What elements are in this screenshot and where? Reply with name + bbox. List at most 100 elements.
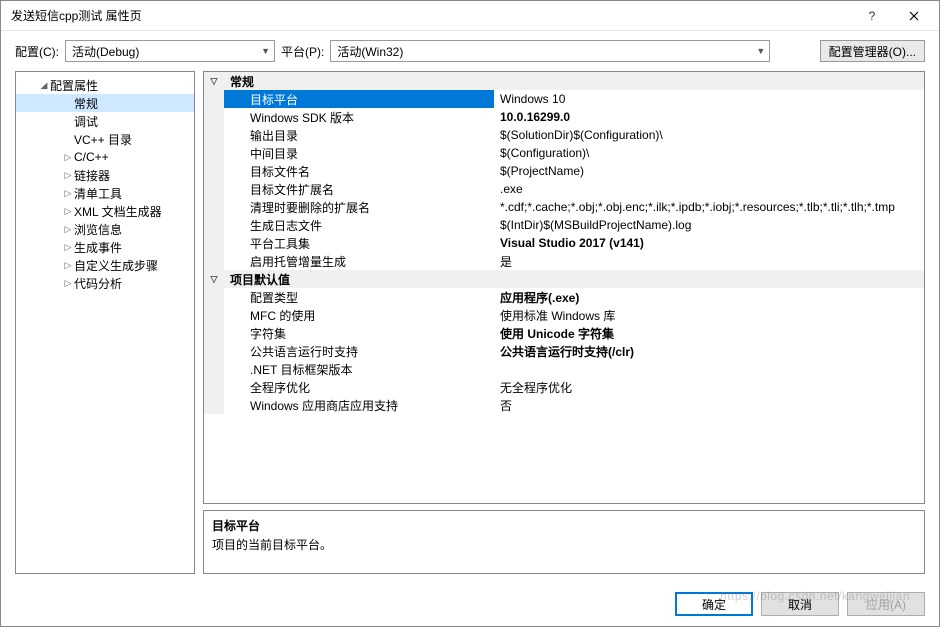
property-name: 启用托管增量生成 bbox=[224, 252, 494, 270]
property-value[interactable]: 是 bbox=[494, 252, 924, 270]
property-value[interactable]: $(SolutionDir)$(Configuration)\ bbox=[494, 126, 924, 144]
property-row[interactable]: 公共语言运行时支持公共语言运行时支持(/clr) bbox=[204, 342, 924, 360]
gutter bbox=[204, 198, 224, 216]
expand-icon: ▷ bbox=[62, 152, 74, 163]
property-row[interactable]: 配置类型应用程序(.exe) bbox=[204, 288, 924, 306]
tree-item-label: XML 文档生成器 bbox=[74, 203, 162, 220]
property-row[interactable]: 目标文件名$(ProjectName) bbox=[204, 162, 924, 180]
property-value[interactable]: 10.0.16299.0 bbox=[494, 108, 924, 126]
config-manager-button[interactable]: 配置管理器(O)... bbox=[820, 40, 925, 62]
tree-item-label: 常规 bbox=[74, 95, 98, 112]
expand-icon: ▷ bbox=[62, 206, 74, 217]
gutter bbox=[204, 162, 224, 180]
tree-item-label: 清单工具 bbox=[74, 185, 122, 202]
property-value[interactable]: .exe bbox=[494, 180, 924, 198]
tree-item-label: 生成事件 bbox=[74, 239, 122, 256]
property-row[interactable]: 目标平台Windows 10 bbox=[204, 90, 924, 108]
property-name: 平台工具集 bbox=[224, 234, 494, 252]
property-value[interactable] bbox=[494, 360, 924, 378]
property-value[interactable]: *.cdf;*.cache;*.obj;*.obj.enc;*.ilk;*.ip… bbox=[494, 198, 924, 216]
tree-root[interactable]: ◢ 配置属性 bbox=[16, 76, 194, 94]
tree-item-label: 代码分析 bbox=[74, 275, 122, 292]
desc-text: 项目的当前目标平台。 bbox=[212, 536, 916, 553]
property-row[interactable]: 输出目录$(SolutionDir)$(Configuration)\ bbox=[204, 126, 924, 144]
property-value[interactable]: 否 bbox=[494, 396, 924, 414]
property-value[interactable]: 公共语言运行时支持(/clr) bbox=[494, 342, 924, 360]
property-name: 公共语言运行时支持 bbox=[224, 342, 494, 360]
tree-item-label: VC++ 目录 bbox=[74, 131, 132, 148]
property-value[interactable]: 使用 Unicode 字符集 bbox=[494, 324, 924, 342]
property-row[interactable]: 中间目录$(Configuration)\ bbox=[204, 144, 924, 162]
property-row[interactable]: 全程序优化无全程序优化 bbox=[204, 378, 924, 396]
tree-item[interactable]: VC++ 目录 bbox=[16, 130, 194, 148]
chevron-down-icon: ▼ bbox=[255, 46, 270, 56]
apply-button[interactable]: 应用(A) bbox=[847, 592, 925, 616]
platform-combo[interactable]: 活动(Win32) ▼ bbox=[330, 40, 770, 62]
property-value[interactable]: 使用标准 Windows 库 bbox=[494, 306, 924, 324]
gutter bbox=[204, 360, 224, 378]
tree-item[interactable]: ▷清单工具 bbox=[16, 184, 194, 202]
tree-item[interactable]: ▷链接器 bbox=[16, 166, 194, 184]
gutter bbox=[204, 288, 224, 306]
property-value[interactable]: 无全程序优化 bbox=[494, 378, 924, 396]
property-row[interactable]: 启用托管增量生成是 bbox=[204, 252, 924, 270]
tree-item[interactable]: ▷生成事件 bbox=[16, 238, 194, 256]
property-row[interactable]: 生成日志文件$(IntDir)$(MSBuildProjectName).log bbox=[204, 216, 924, 234]
expand-icon: ▷ bbox=[62, 224, 74, 235]
config-combo[interactable]: 活动(Debug) ▼ bbox=[65, 40, 275, 62]
gutter bbox=[204, 234, 224, 252]
config-toolbar: 配置(C): 活动(Debug) ▼ 平台(P): 活动(Win32) ▼ 配置… bbox=[1, 31, 939, 71]
help-button[interactable]: ? bbox=[851, 2, 893, 30]
tree-item[interactable]: ▷自定义生成步骤 bbox=[16, 256, 194, 274]
property-name: .NET 目标框架版本 bbox=[224, 360, 494, 378]
property-value[interactable]: Visual Studio 2017 (v141) bbox=[494, 234, 924, 252]
property-row[interactable]: 目标文件扩展名.exe bbox=[204, 180, 924, 198]
property-name: 全程序优化 bbox=[224, 378, 494, 396]
gutter bbox=[204, 180, 224, 198]
property-name: 字符集 bbox=[224, 324, 494, 342]
category-label: 项目默认值 bbox=[224, 270, 494, 288]
tree-item[interactable]: ▷C/C++ bbox=[16, 148, 194, 166]
expand-icon: ▷ bbox=[62, 260, 74, 271]
tree-item[interactable]: ▷代码分析 bbox=[16, 274, 194, 292]
expand-icon: ▷ bbox=[62, 188, 74, 199]
property-pages-dialog: 发送短信cpp测试 属性页 ? 配置(C): 活动(Debug) ▼ 平台(P)… bbox=[0, 0, 940, 627]
property-name: Windows 应用商店应用支持 bbox=[224, 396, 494, 414]
tree-item[interactable]: 调试 bbox=[16, 112, 194, 130]
property-row[interactable]: .NET 目标框架版本 bbox=[204, 360, 924, 378]
grid-body[interactable]: ▽常规目标平台Windows 10Windows SDK 版本10.0.1629… bbox=[204, 72, 924, 503]
property-row[interactable]: 字符集使用 Unicode 字符集 bbox=[204, 324, 924, 342]
ok-button[interactable]: 确定 bbox=[675, 592, 753, 616]
gutter bbox=[204, 108, 224, 126]
cancel-button[interactable]: 取消 bbox=[761, 592, 839, 616]
tree-root-label: 配置属性 bbox=[50, 77, 98, 94]
property-row[interactable]: 清理时要删除的扩展名*.cdf;*.cache;*.obj;*.obj.enc;… bbox=[204, 198, 924, 216]
property-value[interactable]: $(ProjectName) bbox=[494, 162, 924, 180]
property-row[interactable]: Windows 应用商店应用支持否 bbox=[204, 396, 924, 414]
property-name: 目标文件扩展名 bbox=[224, 180, 494, 198]
dialog-buttons: 确定 取消 应用(A) bbox=[1, 582, 939, 626]
property-row[interactable]: MFC 的使用使用标准 Windows 库 bbox=[204, 306, 924, 324]
expand-icon: ▷ bbox=[62, 170, 74, 181]
property-row[interactable]: 平台工具集Visual Studio 2017 (v141) bbox=[204, 234, 924, 252]
gutter bbox=[204, 324, 224, 342]
tree-item[interactable]: ▷浏览信息 bbox=[16, 220, 194, 238]
config-label: 配置(C): bbox=[15, 43, 59, 60]
property-value[interactable]: 应用程序(.exe) bbox=[494, 288, 924, 306]
property-name: 配置类型 bbox=[224, 288, 494, 306]
tree-item[interactable]: 常规 bbox=[16, 94, 194, 112]
property-grid: ▽常规目标平台Windows 10Windows SDK 版本10.0.1629… bbox=[203, 71, 925, 504]
category-row[interactable]: ▽常规 bbox=[204, 72, 924, 90]
tree-item[interactable]: ▷XML 文档生成器 bbox=[16, 202, 194, 220]
category-row[interactable]: ▽项目默认值 bbox=[204, 270, 924, 288]
nav-tree[interactable]: ◢ 配置属性 常规调试VC++ 目录▷C/C++▷链接器▷清单工具▷XML 文档… bbox=[15, 71, 195, 574]
close-button[interactable] bbox=[893, 2, 935, 30]
property-name: 目标平台 bbox=[224, 90, 494, 108]
property-value[interactable]: $(IntDir)$(MSBuildProjectName).log bbox=[494, 216, 924, 234]
property-value[interactable]: $(Configuration)\ bbox=[494, 144, 924, 162]
platform-label: 平台(P): bbox=[281, 43, 324, 60]
gutter bbox=[204, 378, 224, 396]
gutter bbox=[204, 126, 224, 144]
property-row[interactable]: Windows SDK 版本10.0.16299.0 bbox=[204, 108, 924, 126]
property-value[interactable]: Windows 10 bbox=[494, 90, 924, 108]
